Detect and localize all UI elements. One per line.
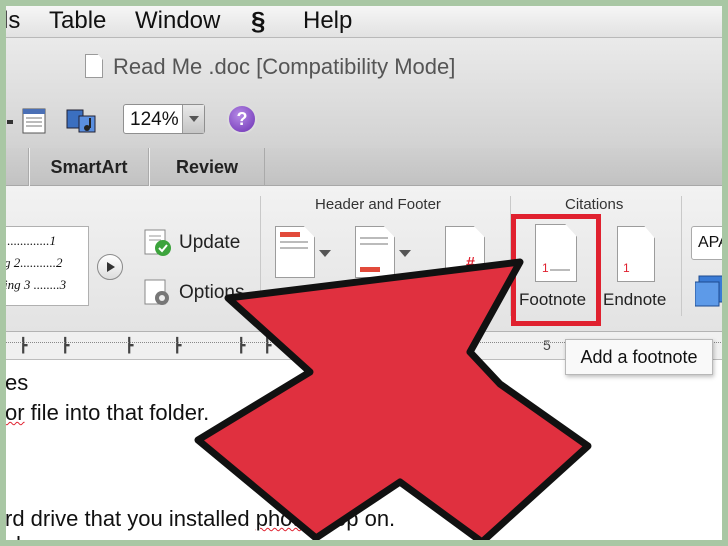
annotation-arrow [194, 258, 592, 546]
red-arrow-shape [194, 258, 592, 546]
